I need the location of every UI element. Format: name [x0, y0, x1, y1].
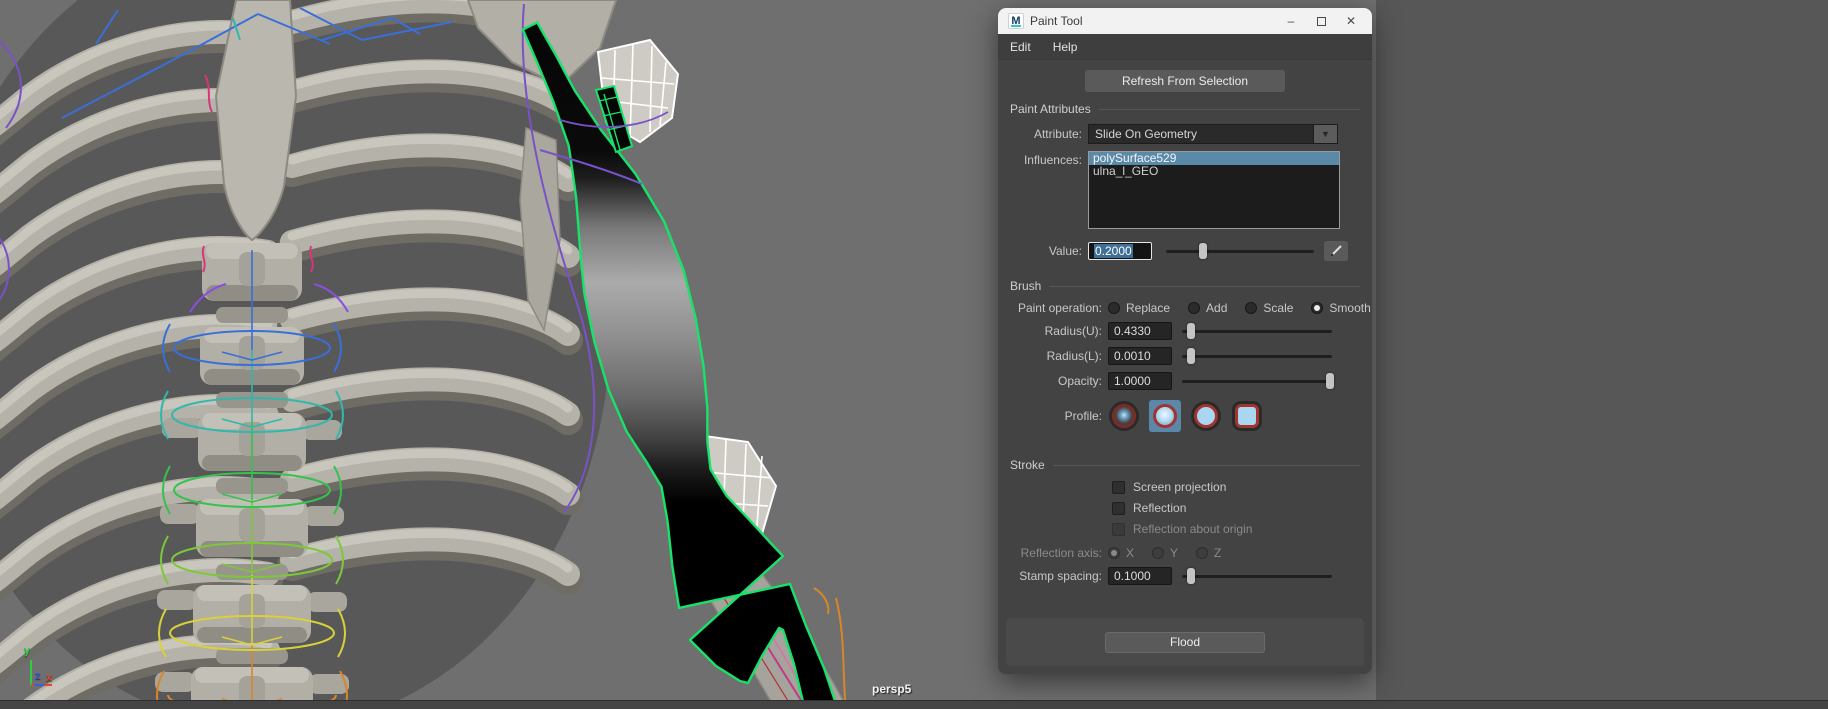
radio-smooth[interactable] [1311, 302, 1323, 314]
pencil-icon [1328, 243, 1344, 259]
attribute-dropdown[interactable]: Slide On Geometry ▼ [1088, 124, 1338, 144]
section-title: Brush [1010, 279, 1041, 293]
radio-scale-label[interactable]: Scale [1263, 301, 1293, 315]
radius-u-label: Radius(U): [1008, 324, 1108, 338]
solid-brush-icon[interactable] [1190, 400, 1222, 432]
influences-label: Influences: [1008, 151, 1088, 167]
viewport-bottom-edge [0, 700, 1828, 709]
reflection-label[interactable]: Reflection [1133, 501, 1186, 515]
stamp-spacing-field[interactable]: 0.1000 [1108, 567, 1172, 585]
attribute-label: Attribute: [1008, 127, 1088, 141]
opacity-slider-handle[interactable] [1326, 373, 1334, 389]
opacity-slider[interactable] [1182, 373, 1332, 389]
value-field[interactable]: 0.2000 [1088, 242, 1152, 260]
radio-axis-x-label: X [1126, 546, 1134, 560]
screen-projection-label[interactable]: Screen projection [1133, 480, 1226, 494]
radio-add-label[interactable]: Add [1206, 301, 1227, 315]
square-brush-icon[interactable] [1231, 400, 1263, 432]
axis-z-line [34, 684, 44, 686]
reflection-about-origin-label: Reflection about origin [1133, 522, 1252, 536]
application-background [1376, 0, 1828, 700]
paint-attributes-section-header: Paint Attributes [1010, 102, 1360, 116]
reflection-about-origin-checkbox [1112, 523, 1125, 536]
titlebar[interactable]: M Paint Tool – ✕ [998, 8, 1372, 34]
radio-add[interactable] [1188, 302, 1200, 314]
radio-axis-y [1152, 547, 1164, 559]
radio-axis-y-label: Y [1170, 546, 1178, 560]
reflection-axis-label: Reflection axis: [1008, 546, 1108, 560]
reflection-checkbox[interactable] [1112, 502, 1125, 515]
radius-u-slider-handle[interactable] [1187, 323, 1195, 339]
radio-replace[interactable] [1108, 302, 1120, 314]
menubar: Edit Help [998, 34, 1372, 60]
radius-u-field[interactable]: 0.4330 [1108, 322, 1172, 340]
window-title: Paint Tool [1030, 14, 1276, 28]
stroke-section-header: Stroke [1010, 458, 1360, 472]
axis-y-label: y [24, 645, 30, 657]
camera-name-label: persp5 [872, 682, 911, 696]
refresh-from-selection-button[interactable]: Refresh From Selection [1085, 70, 1285, 92]
screen-projection-checkbox[interactable] [1112, 481, 1125, 494]
value-slider-handle[interactable] [1199, 243, 1207, 259]
flood-panel: Flood [1006, 618, 1364, 666]
radius-l-slider-handle[interactable] [1187, 348, 1195, 364]
brush-profiles [1108, 400, 1263, 432]
stamp-spacing-slider-handle[interactable] [1187, 568, 1195, 584]
axis-y-line [30, 660, 32, 686]
profile-label: Profile: [1008, 409, 1108, 423]
maximize-icon [1317, 17, 1326, 26]
maximize-button[interactable] [1306, 10, 1336, 32]
chevron-down-icon[interactable]: ▼ [1314, 124, 1338, 144]
opacity-field[interactable]: 1.0000 [1108, 372, 1172, 390]
radius-l-label: Radius(L): [1008, 349, 1108, 363]
radio-axis-z [1196, 547, 1208, 559]
paint-tool-window: M Paint Tool – ✕ Edit Help Refresh From … [998, 8, 1372, 674]
radio-replace-label[interactable]: Replace [1126, 301, 1170, 315]
influences-list[interactable]: polySurface529 ulna_l_GEO [1088, 151, 1340, 229]
radio-smooth-label[interactable]: Smooth [1329, 301, 1370, 315]
radius-l-slider[interactable] [1182, 348, 1332, 364]
section-title: Paint Attributes [1010, 102, 1091, 116]
attribute-dropdown-value[interactable]: Slide On Geometry [1088, 124, 1314, 144]
axis-z-label: z [35, 670, 41, 682]
value-slider[interactable] [1166, 243, 1314, 259]
menu-edit[interactable]: Edit [1010, 40, 1031, 54]
radius-l-field[interactable]: 0.0010 [1108, 347, 1172, 365]
dialog-body: Refresh From Selection Paint Attributes … [998, 60, 1372, 674]
radius-u-slider[interactable] [1182, 323, 1332, 339]
radio-axis-x [1108, 547, 1120, 559]
flood-button[interactable]: Flood [1105, 632, 1265, 653]
stamp-spacing-label: Stamp spacing: [1008, 569, 1108, 583]
maya-app-icon: M [1008, 13, 1024, 29]
radio-scale[interactable] [1245, 302, 1257, 314]
gaussian-soft-brush-icon[interactable] [1108, 400, 1140, 432]
opacity-label: Opacity: [1008, 374, 1108, 388]
stamp-spacing-slider[interactable] [1182, 568, 1332, 584]
radio-axis-z-label: Z [1214, 546, 1221, 560]
value-text: 0.2000 [1094, 244, 1133, 258]
menu-help[interactable]: Help [1053, 40, 1078, 54]
maya-workspace: persp5 y z x M Paint Tool – ✕ Edit Help … [0, 0, 1828, 709]
paint-operation-label: Paint operation: [1008, 301, 1108, 315]
value-label: Value: [1008, 244, 1088, 258]
pencil-button[interactable] [1324, 241, 1348, 261]
close-button[interactable]: ✕ [1336, 10, 1366, 32]
minimize-button[interactable]: – [1276, 10, 1306, 32]
list-item[interactable]: ulna_l_GEO [1089, 165, 1339, 178]
axis-x-label: x [46, 672, 52, 684]
section-title: Stroke [1010, 458, 1045, 472]
soft-brush-icon[interactable] [1149, 400, 1181, 432]
brush-section-header: Brush [1010, 279, 1360, 293]
